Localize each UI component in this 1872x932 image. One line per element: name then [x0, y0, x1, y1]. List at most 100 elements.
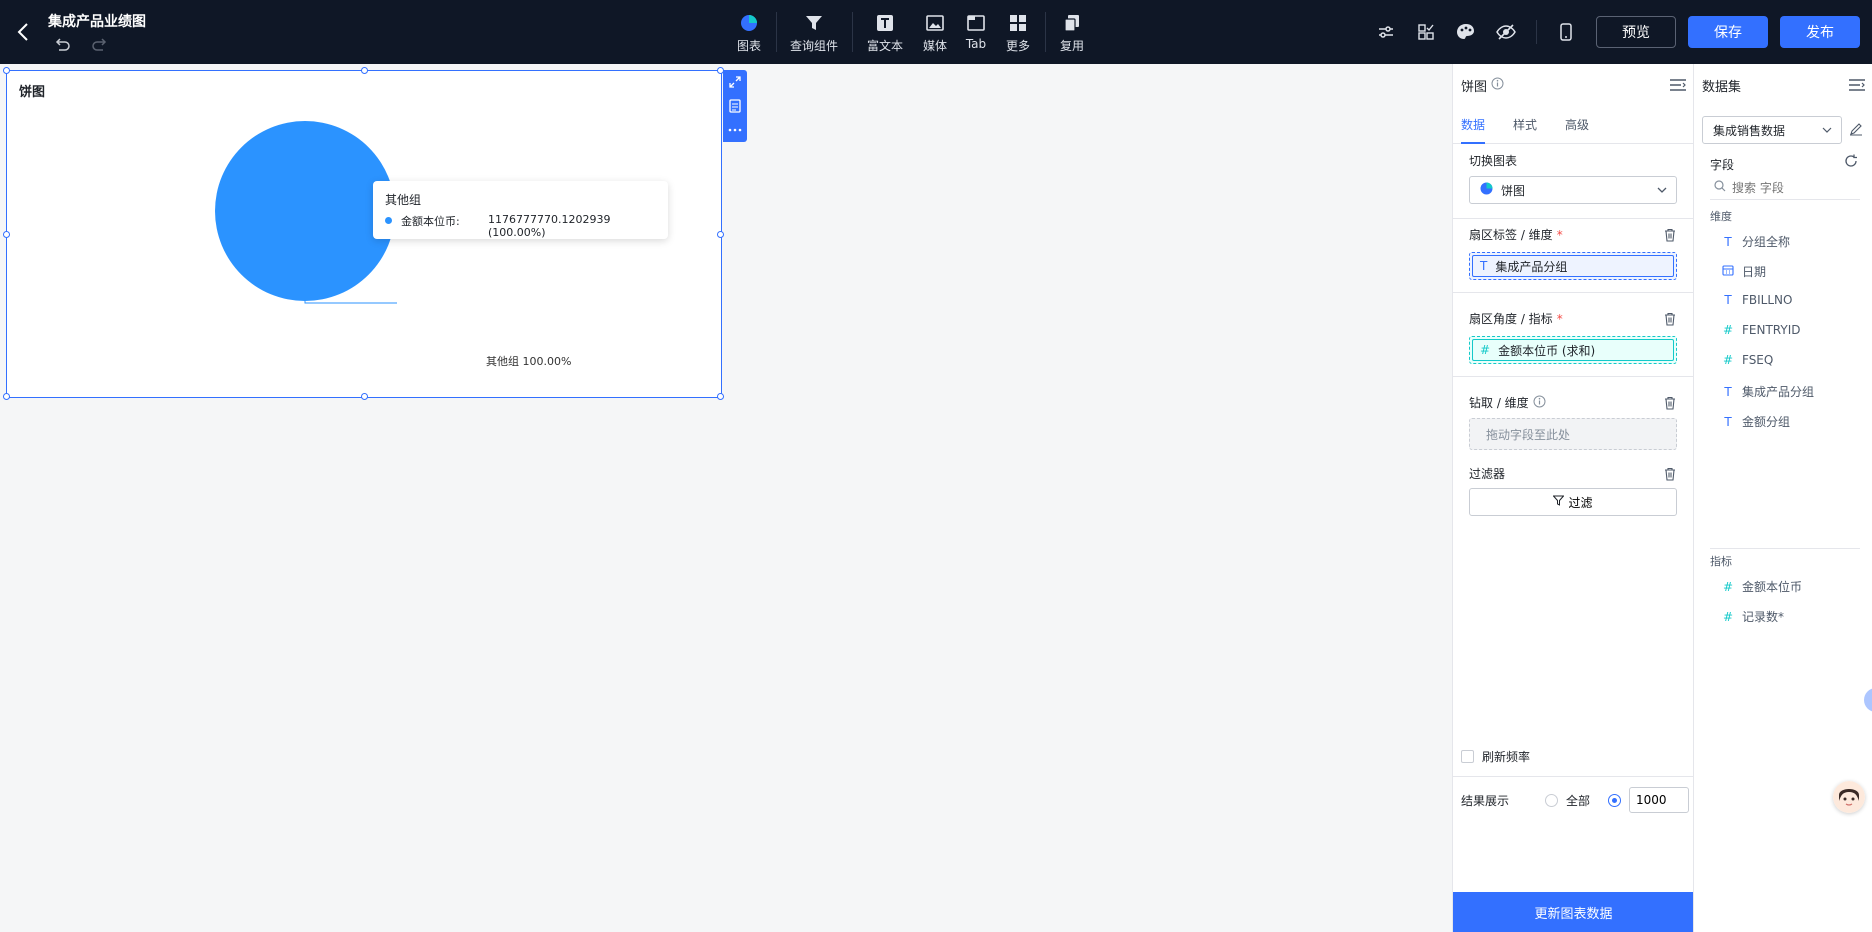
- dashboard-title[interactable]: 集成产品业绩图: [48, 11, 146, 31]
- undo-icon[interactable]: [52, 36, 72, 54]
- tool-reuse[interactable]: 复用: [1058, 12, 1086, 54]
- dimension-item[interactable]: T 分组全称: [1722, 233, 1790, 250]
- trash-icon[interactable]: [1663, 312, 1677, 326]
- checklist-icon[interactable]: [1414, 20, 1438, 44]
- tool-query[interactable]: 查询组件: [788, 12, 840, 54]
- refresh-checkbox[interactable]: [1461, 750, 1474, 763]
- trash-icon[interactable]: [1663, 396, 1677, 410]
- refresh-label: 刷新频率: [1482, 750, 1531, 764]
- image-icon: [921, 12, 949, 34]
- tool-rich-text-label: 富文本: [866, 39, 903, 53]
- dimension-item[interactable]: # FENTRYID: [1722, 323, 1801, 337]
- tab-advanced[interactable]: 高级: [1565, 116, 1589, 133]
- filter-button[interactable]: 过滤: [1469, 488, 1677, 516]
- pie-slice-label: 其他组 100.00%: [486, 355, 572, 368]
- back-arrow-icon[interactable]: [14, 20, 34, 44]
- tool-rich-text[interactable]: 富文本: [866, 12, 904, 54]
- sector-angle-field[interactable]: # 金额本位币 (求和): [1469, 336, 1677, 364]
- preview-button[interactable]: 预览: [1596, 16, 1676, 48]
- tool-reuse-label: 复用: [1059, 39, 1084, 53]
- result-all-radio[interactable]: [1545, 793, 1558, 807]
- chart-tooltip: 其他组 金额本位币: 1176777770.1202939 (100.00%): [373, 181, 668, 239]
- tool-chart[interactable]: 图表: [735, 12, 763, 54]
- chevron-down-icon: [1821, 124, 1833, 139]
- dimension-name: FENTRYID: [1742, 323, 1801, 337]
- tooltip-series-name: 金额本位币:: [401, 215, 460, 228]
- chart-type-select[interactable]: 饼图: [1469, 176, 1677, 204]
- update-chart-data-button[interactable]: 更新图表数据: [1453, 892, 1694, 932]
- rich-text-icon: [866, 12, 904, 34]
- tool-more[interactable]: 更多: [1004, 12, 1032, 54]
- toolbar-divider: [852, 12, 853, 52]
- tool-media[interactable]: 媒体: [921, 12, 949, 54]
- metric-item[interactable]: # 金额本位币: [1722, 578, 1802, 595]
- chart-config-panel: 饼图 数据 样式 高级 切换图表 饼图 扇区标签 / 维度 * T 集成产品分组 …: [1452, 64, 1694, 932]
- mobile-icon[interactable]: [1554, 20, 1578, 44]
- dimension-item[interactable]: T FBILLNO: [1722, 293, 1792, 307]
- resize-handle[interactable]: [3, 231, 10, 238]
- dimension-item[interactable]: 日期: [1722, 263, 1766, 280]
- more-dots-icon[interactable]: [723, 118, 747, 142]
- result-count-input[interactable]: [1629, 787, 1689, 813]
- tooltip-value: 1176777770.1202939 (100.00%): [488, 213, 611, 239]
- trash-icon[interactable]: [1663, 467, 1677, 481]
- note-icon[interactable]: [723, 94, 747, 118]
- toolbar-divider: [1045, 12, 1046, 52]
- tool-query-label: 查询组件: [789, 39, 838, 53]
- resize-handle[interactable]: [3, 393, 10, 400]
- dimension-name: 集成产品分组: [1742, 385, 1815, 399]
- config-title: 饼图: [1461, 80, 1488, 95]
- save-button[interactable]: 保存: [1688, 16, 1768, 48]
- required-asterisk: *: [1556, 227, 1563, 242]
- collapse-panel-icon[interactable]: [1848, 78, 1866, 92]
- sector-label-title: 扇区标签 / 维度 *: [1469, 226, 1563, 243]
- resize-handle[interactable]: [361, 67, 368, 74]
- metric-group-label: 指标: [1710, 555, 1732, 568]
- drill-title: 钻取 / 维度: [1469, 394, 1546, 411]
- tab-data[interactable]: 数据: [1461, 116, 1485, 133]
- trash-icon[interactable]: [1663, 228, 1677, 242]
- chart-type-value: 饼图: [1501, 183, 1526, 198]
- tab-style[interactable]: 样式: [1513, 116, 1537, 133]
- info-icon[interactable]: [1491, 77, 1504, 94]
- text-type-icon: T: [1724, 293, 1732, 307]
- drill-title-text: 钻取 / 维度: [1469, 396, 1529, 410]
- pie-chart-card[interactable]: 饼图 其他组 100.00% 其他组 金额本位币: 1176777770.120…: [3, 67, 724, 400]
- tool-tab[interactable]: Tab: [964, 12, 988, 51]
- sector-label-field[interactable]: T 集成产品分组: [1469, 252, 1677, 280]
- dashboard-canvas[interactable]: 饼图 其他组 100.00% 其他组 金额本位币: 1176777770.120…: [0, 64, 1452, 932]
- section-divider: [1453, 292, 1694, 293]
- dimension-item[interactable]: # FSEQ: [1722, 353, 1773, 367]
- collapse-panel-icon[interactable]: [1669, 78, 1687, 92]
- sliders-icon[interactable]: [1374, 20, 1398, 44]
- result-count-radio[interactable]: [1608, 793, 1621, 807]
- field-search: [1710, 176, 1860, 200]
- resize-handle[interactable]: [717, 393, 724, 400]
- dataset-select[interactable]: 集成销售数据: [1702, 116, 1842, 144]
- edit-pencil-icon[interactable]: [1849, 122, 1865, 138]
- pie-slice[interactable]: [215, 121, 395, 301]
- expand-icon[interactable]: [723, 70, 747, 94]
- dimension-item[interactable]: T 集成产品分组: [1722, 383, 1814, 400]
- assistant-avatar[interactable]: [1833, 781, 1865, 813]
- metric-item[interactable]: # 记录数*: [1722, 608, 1784, 625]
- info-icon[interactable]: [1533, 395, 1546, 411]
- resize-handle[interactable]: [717, 231, 724, 238]
- dimension-item[interactable]: T 金额分组: [1722, 413, 1790, 430]
- field-search-input[interactable]: [1732, 180, 1852, 195]
- pie-chart-icon: [735, 12, 763, 34]
- resize-handle[interactable]: [3, 67, 10, 74]
- dimension-name: FSEQ: [1742, 353, 1774, 367]
- tooltip-title: 其他组: [385, 193, 422, 207]
- config-header: 饼图: [1461, 76, 1504, 95]
- publish-button[interactable]: 发布: [1780, 16, 1860, 48]
- drill-drop-zone[interactable]: 拖动字段至此处: [1469, 418, 1677, 450]
- section-divider: [1453, 218, 1694, 219]
- redo-icon[interactable]: [90, 36, 110, 54]
- sector-angle-field-name: 金额本位币 (求和): [1498, 343, 1596, 358]
- dataset-title: 数据集: [1702, 80, 1742, 95]
- resize-handle[interactable]: [361, 393, 368, 400]
- refresh-icon[interactable]: [1844, 154, 1860, 170]
- palette-icon[interactable]: [1454, 20, 1478, 44]
- eye-off-icon[interactable]: [1494, 20, 1518, 44]
